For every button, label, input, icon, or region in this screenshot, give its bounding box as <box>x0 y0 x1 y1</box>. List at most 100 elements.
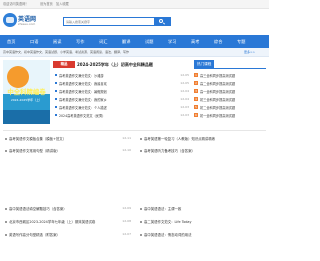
list-item[interactable]: 高考英语作文模板合集（模板+范文） 12-11 <box>3 135 131 145</box>
bullet-icon <box>5 208 7 210</box>
list-item-title[interactable]: 高中英语语法：情态动词的用法 <box>144 232 191 237</box>
list-item-title[interactable]: 高二全科同步提高测试题 <box>200 81 235 86</box>
rank-number: 2 <box>194 81 198 85</box>
nav-item-home[interactable]: 首页 <box>7 35 15 48</box>
list-item-title[interactable]: 高三全科同步提高测试题 <box>200 73 235 78</box>
site-logo[interactable]: 英语网 zhiaeu.com <box>3 12 43 30</box>
list-item-title[interactable]: 初二全科同步提高测试题 <box>200 105 235 110</box>
bullet-icon <box>55 106 57 108</box>
list-item[interactable]: 2 高二全科同步提高测试题 <box>194 80 266 88</box>
list-item-title[interactable]: 高考英语作文满分范文：沙滩游 <box>59 73 104 78</box>
hot-courses-panel: 热门课程 1 高三全科同步提高测试题 2 高二全科同步提高测试题 3 高一全科同步提高… <box>194 60 266 124</box>
list-item-title[interactable]: 高考英语作文常用句型（精讲版） <box>9 148 60 153</box>
list-item-date: 12-09 <box>122 206 131 210</box>
list-item-title[interactable]: 2024高考英语作文范文（优秀） <box>59 113 105 118</box>
nav-item-translation[interactable]: 翻译 <box>122 35 130 48</box>
list-item-title[interactable]: 高考英语第一轮复习（人教版）知识点精讲精练 <box>144 136 215 141</box>
list-item-title[interactable]: 高考英语作文满分范文：个人描述 <box>59 105 107 110</box>
list-item[interactable]: 高考英语听力备考技巧（含答案） <box>138 147 266 157</box>
list-item-title[interactable]: 高一全科同步提高测试题 <box>200 89 235 94</box>
list-item[interactable]: 北京市西城区2023-2024学年七年级（上）期末英语试卷 12-08 <box>3 218 131 228</box>
list-item-title[interactable]: 高考英语听力备考技巧（含答案） <box>144 148 195 153</box>
list-item[interactable]: 英语写作高分句型精选（附答案） 12-07 <box>3 231 131 241</box>
banner-illustration <box>7 66 29 88</box>
list-item-title[interactable]: 高中英语语法填空解题技巧（含答案） <box>9 206 67 211</box>
list-item[interactable]: 高考英语作文满分范文：我最喜欢 12-05 <box>53 80 189 88</box>
nav-item-writing[interactable]: 写作 <box>76 35 84 48</box>
list-item-title[interactable]: 高考英语作文满分范文：暑假规划 <box>59 89 107 94</box>
bullet-icon <box>5 138 7 140</box>
featured-articles: 精品 2024-2025学年（上）初高中全科精品题 高考英语作文满分范文：沙滩游… <box>53 60 189 124</box>
list-item[interactable]: 高中英语语法：情态动词的用法 <box>138 231 266 241</box>
list-item-date: 12-04 <box>180 96 189 101</box>
list-item-date: 12-10 <box>122 148 131 152</box>
bullet-icon <box>55 74 57 76</box>
nav-item-vocabulary[interactable]: 词汇 <box>99 35 107 48</box>
list-item[interactable]: 高考英语作文满分范文：我的家乡 12-04 <box>53 96 189 104</box>
sub-nav-links[interactable]: 高中英语作文、初中英语作文、英语试题、小学英语、考试资源、英语阅读、语法、翻译、… <box>3 50 129 54</box>
banner-subtitle: 2024-2025学年（上） <box>10 98 43 102</box>
add-favorite-link[interactable]: 加入收藏 <box>56 1 69 6</box>
list-item-date: 12-03 <box>180 112 189 117</box>
search-button[interactable] <box>154 18 170 25</box>
list-item[interactable]: 4 初三全科同步提高测试题 <box>194 96 266 104</box>
bullet-icon <box>140 138 142 140</box>
bullet-icon <box>55 90 57 92</box>
sub-nav-more-link[interactable]: 更多>> <box>244 50 255 54</box>
list-item-title[interactable]: 高考英语作文满分范文：我最喜欢 <box>59 81 107 86</box>
list-item-date: 12-11 <box>122 136 131 140</box>
main-nav: 首页 口语 阅读 写作 词汇 翻译 试题 学习 高考 综合 专题 <box>0 35 269 48</box>
bullet-icon <box>55 82 57 84</box>
list-item[interactable]: 高二英语作文范文：Life Today <box>138 218 266 228</box>
list-item[interactable]: 5 初二全科同步提高测试题 <box>194 104 266 112</box>
list-item-title[interactable]: 英语写作高分句型精选（附答案） <box>9 232 60 237</box>
list-item-title[interactable]: 高考英语作文模板合集（模板+范文） <box>9 136 66 141</box>
nav-item-exams[interactable]: 试题 <box>145 35 153 48</box>
list-item[interactable]: 高考英语作文满分范文：暑假规划 12-04 <box>53 88 189 96</box>
sub-nav: 高中英语作文、初中英语作文、英语试题、小学英语、考试资源、英语阅读、语法、翻译、… <box>0 48 269 57</box>
logo-domain: zhiaeu.com <box>18 22 36 26</box>
list-item-title[interactable]: 初一全科同步提高测试题 <box>200 113 235 118</box>
list-item[interactable]: 高考英语作文满分范文：沙滩游 12-05 <box>53 72 189 80</box>
hot-courses-list: 1 高三全科同步提高测试题 2 高二全科同步提高测试题 3 高一全科同步提高测试题 4… <box>194 72 266 120</box>
list-item-title[interactable]: 北京市西城区2023-2024学年七年级（上）期末英语试卷 <box>9 219 95 224</box>
nav-item-speaking[interactable]: 口语 <box>30 35 38 48</box>
list-item-date: 12-04 <box>180 88 189 93</box>
search-input[interactable] <box>64 18 150 25</box>
list-item[interactable]: 高考英语作文常用句型（精讲版） 12-10 <box>3 147 131 157</box>
hot-courses-header: 热门课程 <box>194 60 266 69</box>
list-item-title[interactable]: 高考英语作文满分范文：我的家乡 <box>59 97 107 102</box>
list-item[interactable]: 2024高考英语作文范文（优秀） 12-03 <box>53 112 189 120</box>
list-item[interactable]: 高中英语语法填空解题技巧（含答案） 12-09 <box>3 205 131 215</box>
featured-header: 精品 2024-2025学年（上）初高中全科精品题 <box>53 60 189 70</box>
article-lists: 高考英语作文模板合集（模板+范文） 12-11 高考英语作文常用句型（精讲版） 12… <box>3 135 266 257</box>
list-item-title[interactable]: 初三全科同步提高测试题 <box>200 97 235 102</box>
nav-item-study[interactable]: 学习 <box>168 35 176 48</box>
bullet-icon <box>5 234 7 236</box>
list-item[interactable]: 1 高三全科同步提高测试题 <box>194 72 266 80</box>
nav-item-topics[interactable]: 专题 <box>237 35 245 48</box>
section-divider <box>3 130 266 131</box>
list-item[interactable]: 高考英语第一轮复习（人教版）知识点精讲精练 <box>138 135 266 145</box>
rank-number: 4 <box>194 97 198 101</box>
list-item-title[interactable]: 高二英语作文范文：Life Today <box>144 219 192 224</box>
featured-title[interactable]: 2024-2025学年（上）初高中全科精品题 <box>77 62 153 68</box>
list-item-title[interactable]: 高中英语语法：主谓一致 <box>144 206 181 211</box>
rank-number: 1 <box>194 73 198 77</box>
header: 英语网 zhiaeu.com <box>0 9 269 35</box>
promo-banner[interactable]: 中全科精编卷 2024-2025学年（上） <box>3 60 50 124</box>
top-bar: 欢迎访问英语网！ 设为首页 加入收藏 <box>0 0 269 9</box>
list-item[interactable]: 6 初一全科同步提高测试题 <box>194 112 266 120</box>
list-item-date: 12-07 <box>122 232 131 236</box>
set-homepage-link[interactable]: 设为首页 <box>40 1 53 6</box>
bullet-icon <box>55 98 57 100</box>
hot-courses-title: 热门课程 <box>194 60 215 68</box>
nav-item-general[interactable]: 综合 <box>214 35 222 48</box>
list-item[interactable]: 3 高一全科同步提高测试题 <box>194 88 266 96</box>
nav-item-reading[interactable]: 阅读 <box>53 35 61 48</box>
list-item[interactable]: 高考英语作文满分范文：个人描述 12-03 <box>53 104 189 112</box>
banner-headline: 中全科精编卷 <box>7 88 46 96</box>
bullet-icon <box>140 208 142 210</box>
nav-item-gaokao[interactable]: 高考 <box>191 35 199 48</box>
list-item[interactable]: 高中英语语法：主谓一致 <box>138 205 266 215</box>
